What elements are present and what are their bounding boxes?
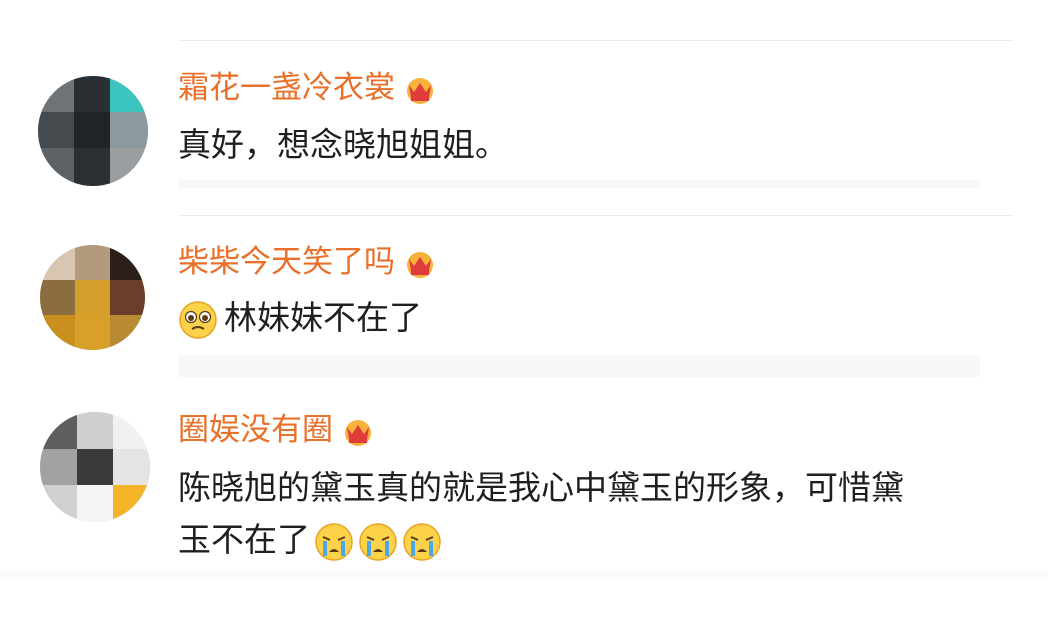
crown-vip-icon [345,419,371,446]
avatar[interactable] [38,76,148,186]
comment-item: 圈娱没有圈 陈晓旭的黛玉真的就是我心中黛玉的形象，可惜黛 玉不在了 [0,390,1048,620]
avatar[interactable] [40,412,150,522]
comment-shadow [178,355,980,377]
username-text[interactable]: 圈娱没有圈 [178,412,333,448]
username[interactable]: 柴柴今天笑了吗 [178,242,437,282]
username-text[interactable]: 柴柴今天笑了吗 [178,244,395,280]
pleading-face-emoji [179,300,217,339]
comment-item: 柴柴今天笑了吗 林妹妹不在了 [0,215,1048,390]
comment-shadow [0,570,1048,580]
comment-text-line1: 陈晓旭的黛玉真的就是我心中黛玉的形象，可惜黛 [178,468,904,507]
crown-vip-icon [407,251,433,278]
comment-text: 林妹妹不在了 [224,298,422,337]
crying-face-emoji [403,522,441,561]
crying-face-emoji [359,522,397,561]
comment-shadow [178,180,980,188]
comment-item: 霜花一盏冷衣裳 真好，想念晓旭姐姐。 [0,0,1048,215]
username[interactable]: 圈娱没有圈 [178,410,375,450]
crying-face-emoji [315,522,353,561]
avatar[interactable] [40,245,145,350]
crown-vip-icon [407,77,433,104]
comment-text: 真好，想念晓旭姐姐。 [178,125,508,164]
comment-text: 玉不在了 [178,520,310,559]
username-text[interactable]: 霜花一盏冷衣裳 [178,70,395,106]
comment-text-line2: 玉不在了 [178,517,442,563]
username[interactable]: 霜花一盏冷衣裳 [178,68,437,108]
comment-text-line: 林妹妹不在了 [178,295,422,341]
